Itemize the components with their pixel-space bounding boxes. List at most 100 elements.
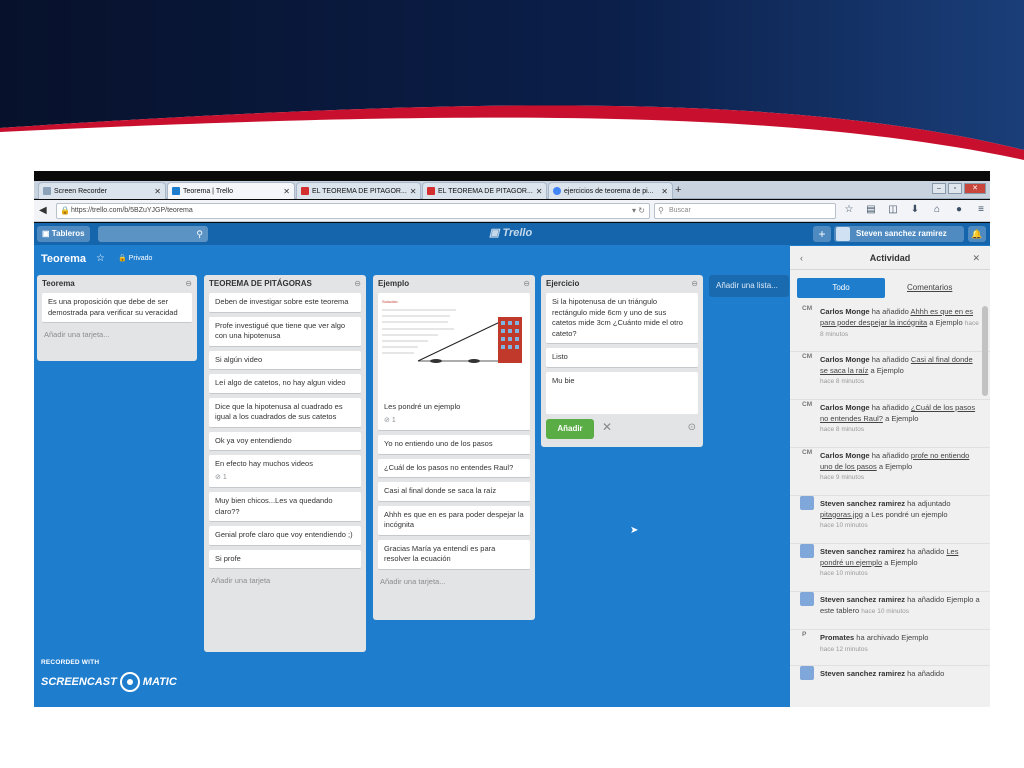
toolbar-icons: ☆ ▤ ◫ ⬇ ⌂ ● ≡: [842, 204, 988, 215]
list-card[interactable]: Deben de investigar sobre este teorema: [209, 293, 361, 313]
trello-logo-icon: ▣: [489, 227, 503, 239]
record-icon: [119, 672, 140, 692]
list-card[interactable]: ¿Cuál de los pasos no entendes Raul?: [378, 458, 530, 478]
list-header[interactable]: TEOREMA DE PITÁGORAS ⊖: [209, 275, 361, 293]
list-card[interactable]: Si profe: [209, 549, 361, 569]
list-card[interactable]: En efecto hay muchos videos ⊘ 1: [209, 455, 361, 488]
list-teorema: Teorema ⊖ Es una proposición que debe de …: [37, 275, 197, 361]
list-header[interactable]: Ejercicio ⊖: [546, 275, 698, 293]
user-menu[interactable]: Steven sanchez ramirez: [834, 226, 964, 242]
minimize-button[interactable]: –: [932, 183, 946, 194]
cancel-icon[interactable]: ✕: [602, 420, 612, 434]
list-card[interactable]: Yo no entiendo uno de los pasos: [378, 435, 530, 455]
bookmark-star-icon[interactable]: ☆: [842, 204, 856, 215]
activity-item: P Promates ha archivado Ejemplo hace 12 m…: [790, 630, 990, 666]
activity-item: CM Carlos Monge ha añadido Casi al final…: [790, 352, 990, 400]
pocket-icon[interactable]: ◫: [886, 204, 900, 215]
list-card[interactable]: Ok ya voy entendiendo: [209, 431, 361, 451]
tab-youtube-2[interactable]: EL TEOREMA DE PITAGOR... ✕: [422, 182, 547, 199]
list-card[interactable]: Es una proposición que debe de ser demos…: [42, 293, 192, 323]
home-icon[interactable]: ⌂: [930, 204, 944, 215]
notifications-bell-icon[interactable]: 🔔: [968, 226, 986, 242]
screencast-o-matic-logo: SCREENCAST MATIC: [41, 672, 177, 692]
youtube-icon: [301, 187, 309, 195]
activity-item: CM Carlos Monge ha añadido Ahhh es que e…: [790, 304, 990, 352]
mouse-cursor-icon: ➤: [630, 525, 639, 536]
window-controls: – ▫ ✕: [932, 183, 986, 194]
list-menu-icon[interactable]: ⊖: [523, 275, 530, 293]
close-icon[interactable]: ✕: [283, 187, 290, 196]
tab-all[interactable]: Todo: [797, 278, 885, 298]
star-icon[interactable]: ☆: [96, 253, 105, 264]
lock-icon: 🔒: [60, 206, 70, 215]
close-icon[interactable]: ✕: [661, 187, 668, 196]
list-header[interactable]: Ejemplo ⊖: [378, 275, 530, 293]
add-card-link[interactable]: Añadir una tarjeta...: [42, 327, 192, 343]
tab-trello[interactable]: Teorema | Trello ✕: [167, 182, 295, 199]
new-tab-button[interactable]: +: [675, 182, 681, 198]
options-icon[interactable]: ⊙: [688, 422, 696, 433]
list-card[interactable]: Leí algo de catetos, no hay algun video: [209, 374, 361, 394]
list-card[interactable]: Listo: [546, 348, 698, 368]
close-window-button[interactable]: ✕: [964, 183, 986, 194]
activity-item: Steven sanchez ramirez ha añadido Les po…: [790, 544, 990, 592]
activity-item: Steven sanchez ramirez ha adjuntado pita…: [790, 496, 990, 544]
back-arrow-icon[interactable]: ◀: [39, 205, 47, 216]
activity-item: Steven sanchez ramirez ha añadido: [790, 666, 990, 686]
card-composer-input[interactable]: Mu bie: [546, 371, 698, 414]
close-icon[interactable]: ✕: [972, 246, 980, 270]
tab-screen-recorder[interactable]: Screen Recorder ✕: [38, 182, 166, 199]
close-icon[interactable]: ✕: [536, 187, 543, 196]
maximize-button[interactable]: ▫: [948, 183, 962, 194]
close-icon[interactable]: ✕: [410, 187, 417, 196]
tab-comments[interactable]: Comentarios: [907, 278, 957, 298]
board-search-input[interactable]: ⚲: [98, 226, 208, 242]
tab-youtube-1[interactable]: EL TEOREMA DE PITAGOR... ✕: [296, 182, 421, 199]
search-input[interactable]: ⚲ Buscar: [654, 203, 836, 219]
reload-icon[interactable]: ▾ ↻: [632, 204, 645, 218]
add-card-link[interactable]: Añadir una tarjeta...: [378, 574, 530, 590]
back-chevron-icon[interactable]: ‹: [800, 246, 803, 270]
youtube-icon: [427, 187, 435, 195]
add-card-button[interactable]: Añadir: [546, 418, 594, 439]
boards-button[interactable]: ▣ Tableros: [37, 226, 90, 242]
list-menu-icon[interactable]: ⊖: [185, 275, 192, 293]
list-menu-icon[interactable]: ⊖: [691, 275, 698, 293]
list-card[interactable]: Dice que la hipotenusa al cuadrado es ig…: [209, 397, 361, 428]
tab-google[interactable]: ejercicios de teorema de pi... ✕: [548, 182, 673, 199]
board-title[interactable]: Teorema: [41, 253, 86, 265]
add-card-link[interactable]: Añadir una tarjeta: [209, 573, 361, 589]
list-menu-icon[interactable]: ⊖: [354, 275, 361, 293]
avatar: [800, 496, 814, 510]
list-card[interactable]: Profe investigué que tiene que ver algo …: [209, 316, 361, 347]
visibility-button[interactable]: 🔒 Privado: [118, 254, 152, 262]
add-list-button[interactable]: Añadir una lista...: [709, 275, 789, 297]
activity-scrollbar[interactable]: [982, 306, 988, 396]
add-button[interactable]: +: [813, 226, 831, 242]
search-icon: ⚲: [196, 229, 203, 239]
activity-header: ‹ Actividad ✕: [790, 246, 990, 270]
close-icon[interactable]: ✕: [154, 187, 161, 196]
chat-icon[interactable]: ●: [952, 204, 966, 215]
reading-list-icon[interactable]: ▤: [864, 204, 878, 215]
menu-icon[interactable]: ≡: [974, 204, 988, 215]
trello-icon: [172, 187, 180, 195]
list-card[interactable]: Gracias María ya entendí es para resolve…: [378, 539, 530, 570]
list-card[interactable]: Si la hipotenusa de un triángulo rectáng…: [546, 293, 698, 344]
avatar: CM: [802, 305, 813, 312]
comment-icon: ⊘: [384, 416, 392, 424]
activity-sidebar: ‹ Actividad ✕ Todo Comentarios CM Carlos…: [790, 246, 990, 707]
list-card[interactable]: Muy bien chicos...Les va quedando claro?…: [209, 492, 361, 522]
download-icon[interactable]: ⬇: [908, 204, 922, 215]
list-teorema-pitagoras: TEOREMA DE PITÁGORAS ⊖ Deben de investiga…: [204, 275, 366, 652]
list-card[interactable]: Si algún video: [209, 350, 361, 370]
list-card[interactable]: Casi al final donde se saca la raíz: [378, 482, 530, 502]
list-card[interactable]: Genial profe claro que voy entendiendo ;…: [209, 526, 361, 546]
url-bar[interactable]: 🔒 https://trello.com/b/5BZuYJGP/teorema …: [56, 203, 650, 219]
composer-controls: Añadir ✕ ⊙: [546, 418, 698, 440]
image-card[interactable]: Solución: Les pondré un ejemplo ⊘ 1: [378, 293, 530, 431]
avatar: CM: [802, 401, 813, 408]
list-card[interactable]: Ahhh es que en es para poder despejar la…: [378, 505, 530, 536]
list-header[interactable]: Teorema ⊖: [42, 275, 192, 293]
search-icon: ⚲: [658, 206, 664, 215]
